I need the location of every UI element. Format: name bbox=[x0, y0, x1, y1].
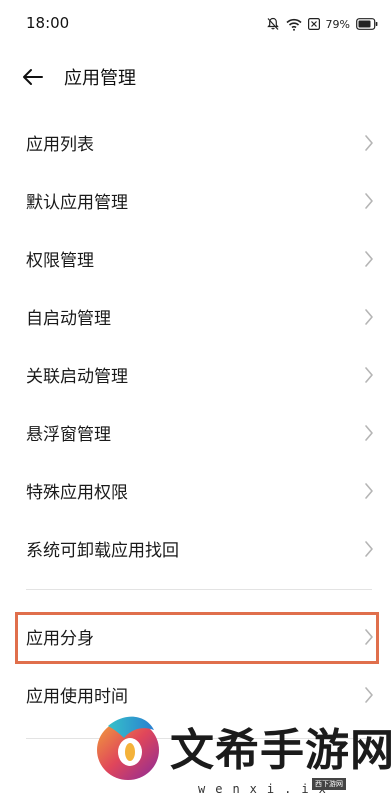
chevron-right-icon bbox=[365, 193, 373, 209]
chevron-right-icon bbox=[365, 425, 373, 441]
status-bar: 18:00 79% bbox=[0, 0, 392, 48]
menu-item-label: 系统可卸载应用找回 bbox=[26, 541, 179, 561]
menu-item-label: 应用列表 bbox=[26, 135, 94, 155]
menu-item-autostart[interactable]: 自启动管理 bbox=[0, 288, 392, 344]
menu-item-special-permissions[interactable]: 特殊应用权限 bbox=[0, 462, 392, 518]
app-bar: 应用管理 bbox=[0, 52, 392, 102]
menu-item-label: 关联启动管理 bbox=[26, 367, 128, 387]
chevron-right-icon bbox=[365, 135, 373, 151]
menu-item-restore-system-apps[interactable]: 系统可卸载应用找回 bbox=[0, 520, 392, 576]
menu-item-app-list[interactable]: 应用列表 bbox=[0, 114, 392, 170]
chevron-right-icon bbox=[365, 483, 373, 499]
chevron-right-icon bbox=[365, 251, 373, 267]
watermark: 文希手游网 wenxi.ix 西下游网 bbox=[94, 700, 392, 799]
watermark-title: 文希手游网 bbox=[170, 725, 392, 776]
chevron-right-icon bbox=[365, 541, 373, 557]
menu-item-default-apps[interactable]: 默认应用管理 bbox=[0, 172, 392, 228]
watermark-logo bbox=[97, 716, 159, 780]
menu-item-label: 悬浮窗管理 bbox=[26, 425, 111, 445]
menu-item-floating-window[interactable]: 悬浮窗管理 bbox=[0, 404, 392, 460]
watermark-badge: 西下游网 bbox=[312, 778, 346, 790]
notifications-off-icon bbox=[266, 17, 280, 31]
battery-icon bbox=[356, 18, 378, 30]
status-time: 18:00 bbox=[26, 14, 70, 32]
menu-item-app-clone[interactable]: 应用分身 bbox=[0, 608, 392, 664]
menu-item-associated-launch[interactable]: 关联启动管理 bbox=[0, 346, 392, 402]
menu-item-label: 应用分身 bbox=[26, 629, 94, 649]
close-box-icon bbox=[307, 18, 320, 30]
page-title: 应用管理 bbox=[64, 68, 136, 89]
menu-item-label: 权限管理 bbox=[26, 251, 94, 271]
menu-item-permissions[interactable]: 权限管理 bbox=[0, 230, 392, 286]
chevron-right-icon bbox=[365, 629, 373, 645]
back-arrow-icon[interactable] bbox=[20, 64, 46, 90]
section-divider bbox=[26, 589, 372, 590]
chevron-right-icon bbox=[365, 309, 373, 325]
battery-percent: 79% bbox=[325, 17, 350, 31]
menu-item-label: 自启动管理 bbox=[26, 309, 111, 329]
status-icons: 79% bbox=[266, 15, 378, 33]
menu-item-label: 特殊应用权限 bbox=[26, 483, 128, 503]
chevron-right-icon bbox=[365, 367, 373, 383]
wifi-icon bbox=[285, 18, 302, 31]
menu-item-label: 默认应用管理 bbox=[26, 193, 128, 213]
